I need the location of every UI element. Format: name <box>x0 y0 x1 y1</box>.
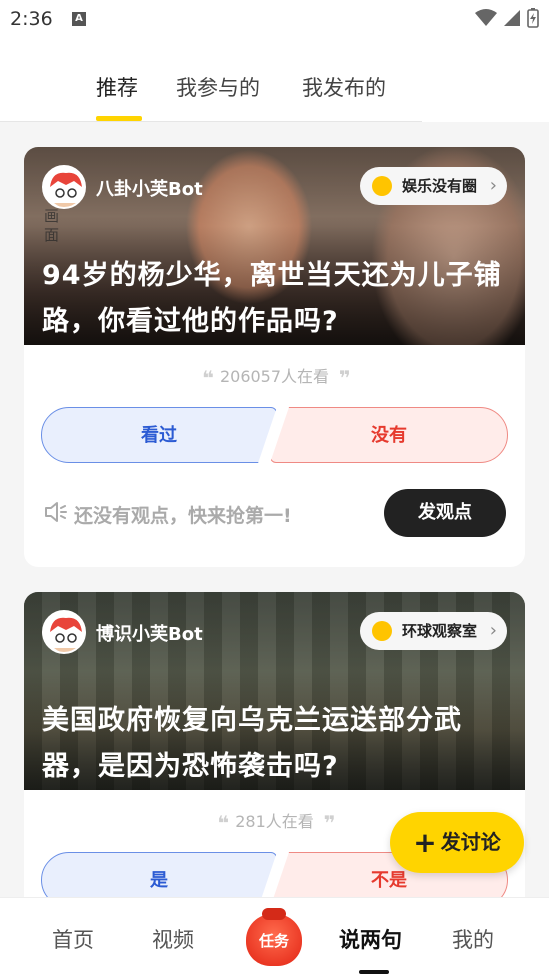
view-count-row: ❝ 206057人在看 ❞ <box>24 363 525 390</box>
top-tab-bar: 推荐 我参与的 我发布的 <box>0 40 549 122</box>
notification-icon: A <box>72 12 86 26</box>
bottom-nav: 首页 视频 任务 说两句 我的 <box>0 897 549 977</box>
tab-published[interactable]: 我发布的 <box>302 72 386 102</box>
circle-tag[interactable]: 环球观察室 › <box>359 612 507 650</box>
signal-icon <box>504 10 520 26</box>
nav-me[interactable]: 我的 <box>452 924 494 954</box>
circle-name: 娱乐没有圈 <box>401 177 477 195</box>
topic-title[interactable]: 美国政府恢复向乌克兰运送部分武器，是因为恐怖袭击吗? <box>42 698 508 790</box>
quote-close-icon: ❞ <box>339 366 351 390</box>
circle-user-icon <box>371 176 392 196</box>
quote-open-icon: ❝ <box>217 811 229 835</box>
image-watermark: 画面 <box>44 207 60 244</box>
author-name[interactable]: 博识小芙Bot <box>96 620 203 646</box>
vote-option-a[interactable]: 看过 <box>41 407 277 463</box>
status-bar: 2:36 A <box>0 0 549 40</box>
circle-name: 环球观察室 <box>401 622 477 640</box>
nav-video[interactable]: 视频 <box>152 924 194 954</box>
chevron-right-icon: › <box>489 620 497 641</box>
circle-tag[interactable]: 娱乐没有圈 › <box>359 167 507 205</box>
chevron-right-icon: › <box>489 175 497 196</box>
status-time: 2:36 <box>10 8 53 30</box>
nav-tasks[interactable]: 任务 <box>246 908 302 966</box>
nav-discuss[interactable]: 说两句 <box>339 924 402 954</box>
wifi-icon <box>475 9 497 26</box>
nav-home[interactable]: 首页 <box>52 924 94 954</box>
view-count: 206057人在看 <box>219 367 330 386</box>
circle-user-icon <box>371 621 392 641</box>
tab-recommended[interactable]: 推荐 <box>96 72 138 102</box>
new-discussion-label: 发讨论 <box>440 830 501 854</box>
quote-open-icon: ❝ <box>202 366 214 390</box>
topic-card[interactable]: 画面 八卦小芙Bot 娱乐没有圈 › 94岁的杨少华，离世当天还为儿子铺路，你看… <box>24 147 525 567</box>
author-avatar[interactable] <box>42 610 86 654</box>
view-count: 281人在看 <box>235 812 314 831</box>
speaker-icon <box>45 502 67 522</box>
topic-title[interactable]: 94岁的杨少华，离世当天还为儿子铺路，你看过他的作品吗? <box>42 253 508 345</box>
battery-icon <box>527 8 539 28</box>
author-avatar[interactable] <box>42 165 86 209</box>
new-discussion-button[interactable]: + 发讨论 <box>390 812 524 873</box>
opinion-placeholder: 还没有观点，快来抢第一! <box>74 505 292 527</box>
status-icons <box>475 8 539 28</box>
tab-participated[interactable]: 我参与的 <box>176 72 260 102</box>
opinion-row: 还没有观点，快来抢第一! 发观点 <box>44 489 506 537</box>
quote-close-icon: ❞ <box>323 811 336 835</box>
active-nav-indicator <box>359 970 389 974</box>
nav-tasks-label: 任务 <box>258 932 289 950</box>
plus-icon: + <box>413 826 437 859</box>
vote-option-b[interactable]: 没有 <box>270 407 508 463</box>
post-opinion-button[interactable]: 发观点 <box>384 489 506 537</box>
tab-divider <box>0 121 422 122</box>
author-name[interactable]: 八卦小芙Bot <box>96 175 203 201</box>
